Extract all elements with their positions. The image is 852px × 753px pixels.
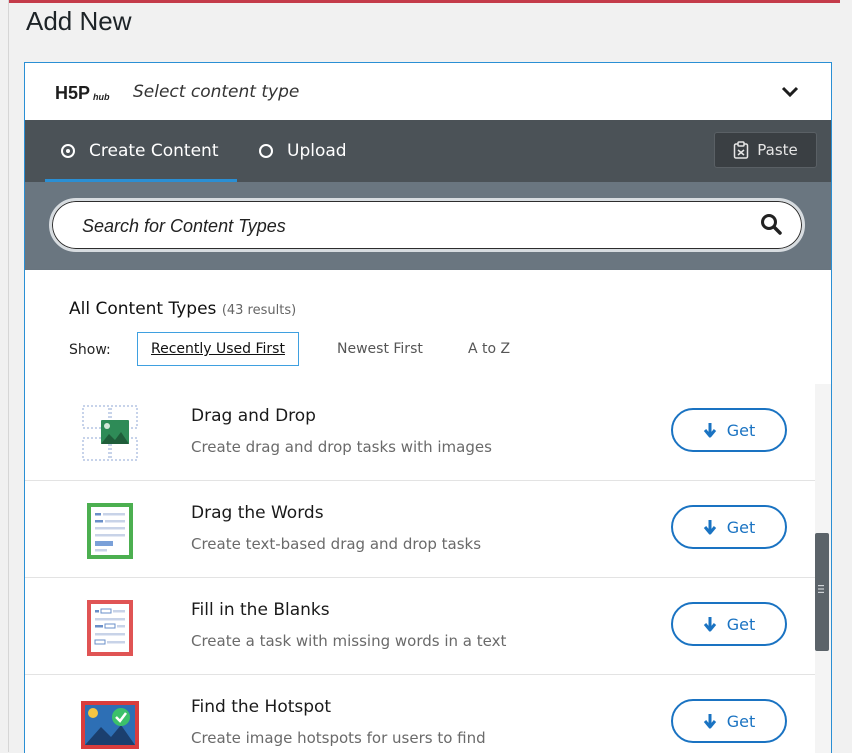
h5p-hub-logo: H5P hub bbox=[55, 83, 110, 103]
list-item[interactable]: Drag and Drop Create drag and drop tasks… bbox=[25, 384, 815, 481]
get-button-label: Get bbox=[726, 517, 756, 537]
drag-the-words-icon bbox=[87, 503, 133, 559]
drag-and-drop-icon bbox=[82, 405, 138, 461]
item-title: Drag the Words bbox=[191, 503, 324, 523]
tab-bar: Create Content Upload Paste bbox=[25, 120, 831, 182]
list-item[interactable]: Fill in the Blanks Create a task with mi… bbox=[25, 578, 815, 675]
chevron-down-icon[interactable] bbox=[781, 85, 799, 99]
item-title: Find the Hotspot bbox=[191, 697, 332, 717]
svg-text:hub: hub bbox=[93, 92, 110, 102]
get-button[interactable]: Get bbox=[671, 699, 787, 743]
clipboard-icon bbox=[734, 141, 749, 159]
arrow-down-icon bbox=[703, 714, 716, 729]
page-title: Add New bbox=[26, 6, 132, 36]
search-area bbox=[25, 182, 831, 270]
sort-newest-first[interactable]: Newest First bbox=[337, 332, 423, 366]
tab-upload-label: Upload bbox=[287, 141, 347, 161]
search-input[interactable] bbox=[80, 213, 724, 239]
tab-create-content-label: Create Content bbox=[89, 141, 219, 161]
sort-recently-used[interactable]: Recently Used First bbox=[137, 332, 299, 366]
item-description: Create image hotspots for users to find bbox=[191, 729, 486, 747]
arrow-down-icon bbox=[703, 423, 716, 438]
get-button-label: Get bbox=[726, 420, 756, 440]
get-button-label: Get bbox=[726, 614, 756, 634]
left-border bbox=[0, 0, 9, 752]
paste-button[interactable]: Paste bbox=[714, 132, 817, 168]
show-label: Show: bbox=[69, 342, 111, 358]
item-title: Fill in the Blanks bbox=[191, 600, 330, 620]
paste-label: Paste bbox=[757, 141, 798, 159]
radio-checked-icon bbox=[61, 144, 75, 158]
radio-unchecked-icon bbox=[259, 144, 273, 158]
right-edge bbox=[840, 0, 852, 752]
search-icon[interactable] bbox=[760, 213, 782, 235]
item-description: Create text-based drag and drop tasks bbox=[191, 535, 482, 553]
item-title: Drag and Drop bbox=[191, 406, 316, 426]
hub-title: Select content type bbox=[133, 82, 300, 102]
tab-create-content[interactable]: Create Content bbox=[45, 120, 237, 182]
get-button-label: Get bbox=[726, 711, 756, 731]
get-button[interactable]: Get bbox=[671, 505, 787, 549]
svg-text:H5P: H5P bbox=[55, 83, 90, 103]
filter-panel: All Content Types (43 results) Show: Rec… bbox=[25, 270, 831, 384]
arrow-down-icon bbox=[703, 520, 716, 535]
hub-header[interactable]: H5P hub Select content type bbox=[25, 63, 831, 120]
item-description: Create drag and drop tasks with images bbox=[191, 438, 492, 456]
item-description: Create a task with missing words in a te… bbox=[191, 632, 507, 650]
top-accent-strip bbox=[0, 0, 852, 3]
results-heading: All Content Types (43 results) bbox=[69, 299, 296, 319]
results-count: (43 results) bbox=[221, 303, 297, 318]
sort-a-to-z[interactable]: A to Z bbox=[468, 332, 510, 366]
get-button[interactable]: Get bbox=[671, 602, 787, 646]
list-item[interactable]: Find the Hotspot Create image hotspots f… bbox=[25, 675, 815, 753]
h5p-hub-panel: H5P hub Select content type Create Conte… bbox=[24, 62, 832, 753]
list-item[interactable]: Drag the Words Create text-based drag an… bbox=[25, 481, 815, 578]
results-heading-label: All Content Types bbox=[69, 299, 217, 319]
scrollbar-grip-icon bbox=[818, 585, 824, 593]
content-type-list: Drag and Drop Create drag and drop tasks… bbox=[25, 384, 815, 753]
arrow-down-icon bbox=[703, 617, 716, 632]
fill-in-the-blanks-icon bbox=[87, 600, 133, 656]
find-the-hotspot-icon bbox=[81, 701, 139, 749]
tab-upload[interactable]: Upload bbox=[259, 120, 347, 182]
get-button[interactable]: Get bbox=[671, 408, 787, 452]
search-box[interactable] bbox=[49, 198, 805, 252]
